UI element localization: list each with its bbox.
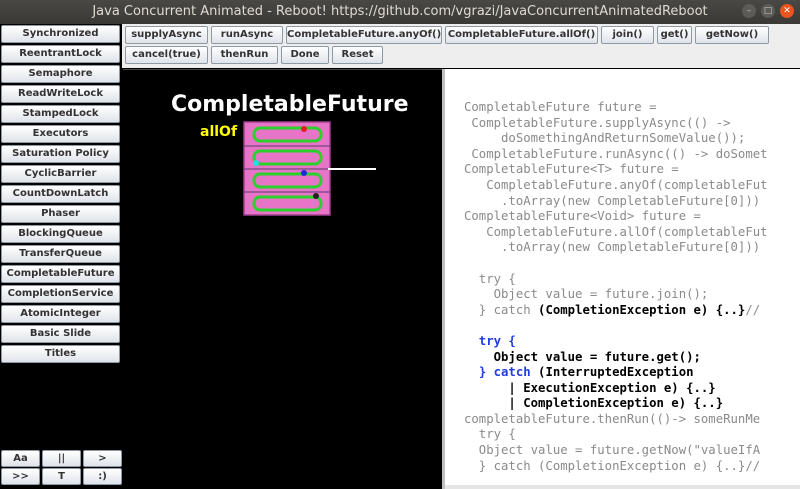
code-line-get-catch: } catch (InterruptedException	[478, 365, 694, 380]
window-controls: – □ ✕	[742, 4, 794, 18]
code-line-join-catch: } catch (CompletionException e) {..}//	[464, 302, 761, 317]
window-title: Java Concurrent Animated - Reboot! https…	[92, 4, 708, 19]
close-icon[interactable]: ✕	[780, 4, 794, 18]
thread-marker	[301, 126, 307, 132]
sidebar-item-completionservice[interactable]: CompletionService	[1, 285, 120, 303]
code-line-highlighted: try {	[464, 333, 516, 348]
pause-button[interactable]: ||	[42, 450, 81, 467]
code-line: doSomethingAndReturnSomeValue());	[464, 131, 746, 146]
font-size-button[interactable]: Aa	[1, 450, 40, 467]
maximize-icon[interactable]: □	[761, 4, 775, 18]
smiley-button[interactable]: :)	[83, 468, 122, 485]
play-button[interactable]: >	[83, 450, 122, 467]
thread-marker	[253, 160, 259, 166]
code-line: CompletableFuture.allOf(completableFut	[464, 224, 768, 239]
code-line: .toArray(new CompletableFuture[0]))	[464, 193, 761, 208]
done-button[interactable]: Done	[281, 46, 329, 64]
code-line: Object value = future.getNow("valueIfA	[464, 443, 761, 458]
code-line: CompletableFuture.runAsync(() -> doSomet	[464, 146, 768, 161]
sidebar-item-countdownlatch[interactable]: CountDownLatch	[1, 185, 120, 203]
sidebar-item-atomicinteger[interactable]: AtomicInteger	[1, 305, 120, 323]
code-panel: CompletableFuture future = CompletableFu…	[445, 69, 800, 485]
code-line-highlighted: | CompletionException e) {..}	[464, 396, 724, 411]
sidebar-item-synchronized[interactable]: Synchronized	[1, 25, 120, 43]
join-button[interactable]: join()	[601, 26, 654, 44]
sidebar-item-blockingqueue[interactable]: BlockingQueue	[1, 225, 120, 243]
get-button[interactable]: get()	[657, 26, 692, 44]
code-line: CompletableFuture.supplyAsync(() ->	[464, 115, 731, 130]
supplyasync-button[interactable]: supplyAsync	[125, 26, 208, 44]
future-diagram	[243, 121, 376, 216]
sidebar-item-cyclicbarrier[interactable]: CyclicBarrier	[1, 165, 120, 183]
reset-button[interactable]: Reset	[332, 46, 383, 64]
sidebar: Synchronized ReentrantLock Semaphore Rea…	[0, 24, 121, 489]
sidebar-item-phaser[interactable]: Phaser	[1, 205, 120, 223]
code-line: CompletableFuture<Void> future =	[464, 209, 701, 224]
playback-controls: Aa || > >> T :)	[0, 450, 122, 485]
code-line: CompletableFuture.anyOf(completableFut	[464, 177, 768, 192]
fast-forward-button[interactable]: >>	[1, 468, 40, 485]
code-line: CompletableFuture<T> future =	[464, 162, 679, 177]
code-line: Object value = future.join();	[464, 287, 709, 302]
sidebar-item-semaphore[interactable]: Semaphore	[1, 65, 120, 83]
window-titlebar: Java Concurrent Animated - Reboot! https…	[0, 0, 800, 24]
cancel-button[interactable]: cancel(true)	[125, 46, 208, 64]
toolbar: supplyAsync runAsync CompletableFuture.a…	[122, 24, 800, 68]
code-line: } catch (CompletionException e) {..}//	[464, 458, 761, 473]
thenrun-button[interactable]: thenRun	[211, 46, 278, 64]
allof-button[interactable]: CompletableFuture.allOf()	[445, 26, 598, 44]
sidebar-item-titles[interactable]: Titles	[1, 345, 120, 363]
code-line: completableFuture.thenRun(()-> someRunMe	[464, 411, 761, 426]
getnow-button[interactable]: getNow()	[695, 26, 769, 44]
animation-canvas: CompletableFuture allOf	[123, 69, 442, 485]
sidebar-item-saturation-policy[interactable]: Saturation Policy	[1, 145, 120, 163]
sidebar-item-executors[interactable]: Executors	[1, 125, 120, 143]
title-toggle-button[interactable]: T	[42, 468, 81, 485]
code-line: .toArray(new CompletableFuture[0]))	[464, 240, 761, 255]
sidebar-item-readwritelock[interactable]: ReadWriteLock	[1, 85, 120, 103]
runasync-button[interactable]: runAsync	[211, 26, 283, 44]
sidebar-item-basic-slide[interactable]: Basic Slide	[1, 325, 120, 343]
thread-marker	[313, 193, 319, 199]
anyof-button[interactable]: CompletableFuture.anyOf()	[286, 26, 442, 44]
code-line: try {	[464, 427, 516, 442]
thread-marker	[301, 170, 307, 176]
sidebar-item-reentrantlock[interactable]: ReentrantLock	[1, 45, 120, 63]
sidebar-item-stampedlock[interactable]: StampedLock	[1, 105, 120, 123]
sidebar-item-transferqueue[interactable]: TransferQueue	[1, 245, 120, 263]
sidebar-item-completablefuture[interactable]: CompletableFuture	[1, 265, 120, 283]
code-panel-scrollbar[interactable]	[445, 485, 800, 489]
minimize-icon[interactable]: –	[742, 4, 756, 18]
code-line: try {	[464, 271, 516, 286]
code-line-highlighted: Object value = future.get();	[464, 349, 701, 364]
code-line: CompletableFuture future =	[464, 100, 657, 114]
code-line-highlighted: | ExecutionException e) {..}	[464, 380, 716, 395]
